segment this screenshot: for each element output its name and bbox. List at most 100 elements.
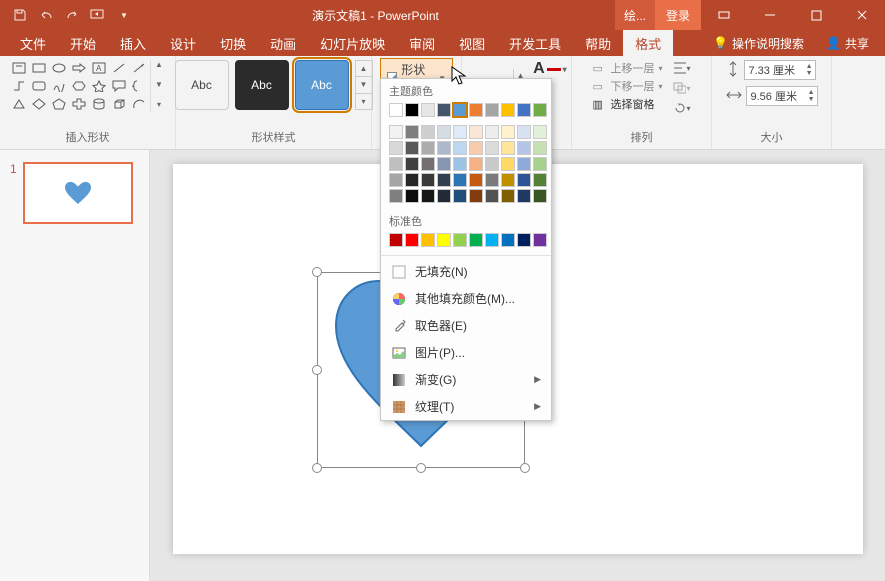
color-swatch[interactable]: [469, 141, 483, 155]
arc-icon[interactable]: [130, 96, 148, 112]
color-swatch[interactable]: [437, 141, 451, 155]
color-swatch[interactable]: [389, 141, 403, 155]
freeform-icon[interactable]: [50, 78, 68, 94]
color-swatch[interactable]: [453, 157, 467, 171]
color-swatch[interactable]: [501, 189, 515, 203]
text-box-icon[interactable]: [10, 60, 28, 76]
tab-review[interactable]: 审阅: [397, 30, 447, 56]
color-swatch[interactable]: [485, 189, 499, 203]
color-swatch[interactable]: [389, 173, 403, 187]
arrow-right-icon[interactable]: [70, 60, 88, 76]
qat-more-icon[interactable]: ▼: [112, 3, 136, 27]
color-swatch[interactable]: [517, 173, 531, 187]
shapes-gallery-more[interactable]: ▲▼▾: [150, 60, 166, 112]
gradient-fill-item[interactable]: 渐变(G)▶: [381, 366, 551, 393]
color-swatch[interactable]: [453, 233, 467, 247]
close-button[interactable]: [839, 0, 885, 30]
rectangle-icon[interactable]: [30, 60, 48, 76]
rotate-button[interactable]: ▾: [673, 100, 691, 116]
color-swatch[interactable]: [517, 141, 531, 155]
shapes-gallery[interactable]: A: [10, 60, 148, 112]
color-swatch[interactable]: [517, 233, 531, 247]
minimize-button[interactable]: [747, 0, 793, 30]
color-swatch[interactable]: [501, 173, 515, 187]
color-swatch[interactable]: [421, 233, 435, 247]
color-swatch[interactable]: [501, 125, 515, 139]
resize-handle-se[interactable]: [520, 463, 530, 473]
color-swatch[interactable]: [453, 125, 467, 139]
undo-icon[interactable]: [34, 3, 58, 27]
style-preset-3[interactable]: Abc: [295, 60, 349, 110]
color-swatch[interactable]: [437, 233, 451, 247]
drawing-tools-tab[interactable]: 绘...: [615, 0, 655, 30]
cylinder-icon[interactable]: [90, 96, 108, 112]
color-swatch[interactable]: [453, 141, 467, 155]
selection-pane-button[interactable]: ▥选择窗格: [592, 96, 662, 112]
color-swatch[interactable]: [533, 189, 547, 203]
color-swatch[interactable]: [533, 157, 547, 171]
tab-view[interactable]: 视图: [447, 30, 497, 56]
color-swatch[interactable]: [389, 157, 403, 171]
hexagon-icon[interactable]: [70, 78, 88, 94]
color-swatch[interactable]: [389, 103, 403, 117]
color-swatch[interactable]: [485, 173, 499, 187]
color-swatch[interactable]: [469, 233, 483, 247]
color-swatch[interactable]: [453, 103, 467, 117]
diamond-icon[interactable]: [30, 96, 48, 112]
tab-file[interactable]: 文件: [8, 30, 58, 56]
color-swatch[interactable]: [437, 173, 451, 187]
color-swatch[interactable]: [533, 233, 547, 247]
tab-help[interactable]: 帮助: [573, 30, 623, 56]
color-swatch[interactable]: [485, 103, 499, 117]
ribbon-options-icon[interactable]: [701, 0, 747, 30]
color-swatch[interactable]: [421, 157, 435, 171]
color-swatch[interactable]: [469, 173, 483, 187]
callout-icon[interactable]: [110, 78, 128, 94]
more-colors-item[interactable]: 其他填充颜色(M)...: [381, 285, 551, 312]
tab-developer[interactable]: 开发工具: [497, 30, 573, 56]
color-swatch[interactable]: [485, 157, 499, 171]
color-swatch[interactable]: [533, 125, 547, 139]
color-swatch[interactable]: [453, 173, 467, 187]
color-swatch[interactable]: [421, 189, 435, 203]
resize-handle-w[interactable]: [312, 365, 322, 375]
color-swatch[interactable]: [485, 141, 499, 155]
color-swatch[interactable]: [453, 189, 467, 203]
color-swatch[interactable]: [469, 125, 483, 139]
star-icon[interactable]: [90, 78, 108, 94]
rounded-rect-icon[interactable]: [30, 78, 48, 94]
save-icon[interactable]: [8, 3, 32, 27]
tab-slideshow[interactable]: 幻灯片放映: [308, 30, 397, 56]
placeholder-icon[interactable]: A: [90, 60, 108, 76]
color-swatch[interactable]: [405, 103, 419, 117]
color-swatch[interactable]: [421, 125, 435, 139]
maximize-button[interactable]: [793, 0, 839, 30]
eyedropper-item[interactable]: 取色器(E): [381, 312, 551, 339]
color-swatch[interactable]: [437, 157, 451, 171]
color-swatch[interactable]: [485, 233, 499, 247]
group-button[interactable]: ▾: [673, 80, 691, 96]
cross-icon[interactable]: [70, 96, 88, 112]
color-swatch[interactable]: [469, 189, 483, 203]
color-swatch[interactable]: [437, 125, 451, 139]
color-swatch[interactable]: [517, 125, 531, 139]
color-swatch[interactable]: [421, 141, 435, 155]
color-swatch[interactable]: [501, 141, 515, 155]
color-swatch[interactable]: [389, 233, 403, 247]
resize-handle-nw[interactable]: [312, 267, 322, 277]
color-swatch[interactable]: [517, 157, 531, 171]
tab-transitions[interactable]: 切换: [208, 30, 258, 56]
color-swatch[interactable]: [421, 173, 435, 187]
color-swatch[interactable]: [405, 173, 419, 187]
connector-icon[interactable]: [10, 78, 28, 94]
height-input[interactable]: 7.33 厘米▲▼: [744, 60, 816, 80]
tab-insert[interactable]: 插入: [108, 30, 158, 56]
style-gallery-more[interactable]: ▲▼▾: [355, 60, 373, 110]
align-button[interactable]: ▾: [673, 60, 691, 76]
pentagon-icon[interactable]: [50, 96, 68, 112]
tab-home[interactable]: 开始: [58, 30, 108, 56]
tab-design[interactable]: 设计: [158, 30, 208, 56]
no-fill-item[interactable]: 无填充(N): [381, 258, 551, 285]
ellipse-icon[interactable]: [50, 60, 68, 76]
color-swatch[interactable]: [533, 103, 547, 117]
